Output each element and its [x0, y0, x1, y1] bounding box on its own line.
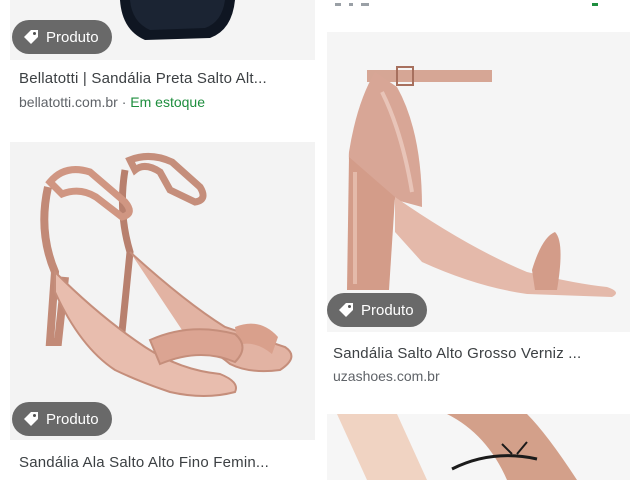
truncated-text-remnant	[335, 3, 598, 6]
product-image-partial[interactable]	[327, 414, 630, 480]
result-card-top-right-partial[interactable]	[327, 0, 630, 10]
result-source: uzashoes.com.br	[333, 368, 440, 384]
availability-status: Em estoque	[130, 94, 205, 110]
result-card-ala-sandal[interactable]: Produto Sandália Ala Salto Alto Fino Fem…	[10, 142, 315, 480]
badge-label: Produto	[46, 410, 99, 428]
result-title[interactable]: Bellatotti | Sandália Preta Salto Alt...	[19, 70, 309, 87]
tag-icon	[339, 303, 353, 317]
result-card-bellatotti[interactable]: Produto Bellatotti | Sandália Preta Salt…	[10, 0, 315, 130]
product-badge: Produto	[12, 20, 112, 54]
result-card-verniz-sandal[interactable]: Produto Sandália Salto Alto Grosso Verni…	[327, 32, 630, 402]
result-title[interactable]: Sandália Ala Salto Alto Fino Femin...	[19, 454, 309, 471]
result-title[interactable]: Sandália Salto Alto Grosso Verniz ...	[333, 345, 625, 362]
result-source: bellatotti.com.br	[19, 94, 118, 110]
separator: ·	[117, 94, 131, 110]
result-source-line: bellatotti.com.br · Em estoque	[19, 94, 205, 110]
product-badge: Produto	[327, 293, 427, 327]
product-badge: Produto	[12, 402, 112, 436]
result-card-bottom-right-partial[interactable]	[327, 414, 630, 480]
tag-icon	[24, 30, 38, 44]
product-image-nude-stiletto[interactable]	[10, 142, 315, 440]
badge-label: Produto	[46, 28, 99, 46]
product-image-nude-block-heel[interactable]	[327, 32, 630, 332]
badge-label: Produto	[361, 301, 414, 319]
tag-icon	[24, 412, 38, 426]
